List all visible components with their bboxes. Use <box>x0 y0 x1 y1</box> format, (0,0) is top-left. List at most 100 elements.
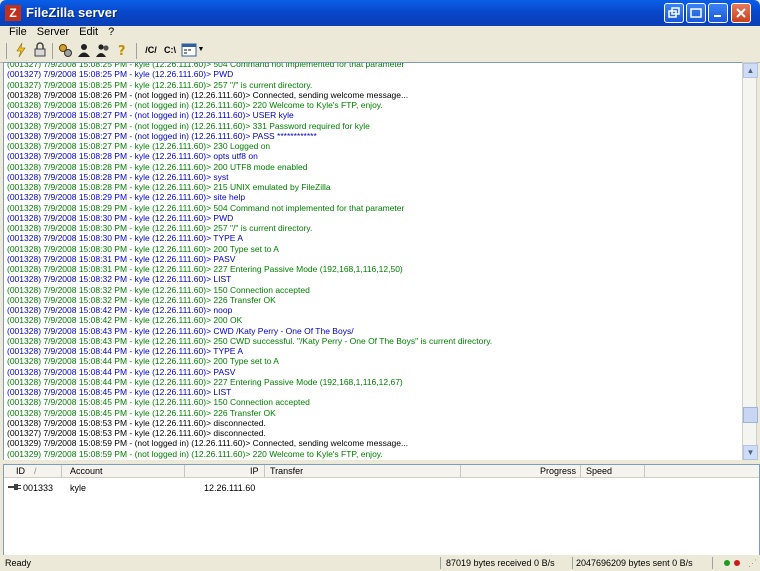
server-log[interactable]: (001327) 7/9/2008 15:08:25 PM - kyle (12… <box>3 62 743 462</box>
users-icon[interactable] <box>76 42 92 58</box>
session-ip: 12.26.111.60 <box>204 483 256 493</box>
log-line: (001328) 7/9/2008 15:08:43 PM - kyle (12… <box>7 335 493 346</box>
menu-edit[interactable]: Edit <box>74 26 103 39</box>
maximize-icon[interactable] <box>708 3 728 23</box>
log-line: (001328) 7/9/2008 15:08:28 PM - kyle (12… <box>7 171 229 182</box>
log-line: (001328) 7/9/2008 15:08:44 PM - kyle (12… <box>7 376 403 387</box>
log-line: (001328) 7/9/2008 15:08:31 PM - kyle (12… <box>7 253 236 264</box>
log-line: (001328) 7/9/2008 15:08:30 PM - kyle (12… <box>7 223 313 233</box>
log-line: (001328) 7/9/2008 15:08:42 PM - kyle (12… <box>7 305 233 315</box>
sessions-header: ID / Account IP Transfer Progress Speed <box>4 465 759 478</box>
log-line: (001328) 7/9/2008 15:08:45 PM - kyle (12… <box>7 407 276 418</box>
log-line: (001328) 7/9/2008 15:08:45 PM - kyle (12… <box>7 397 310 408</box>
menu-file[interactable]: File <box>4 26 32 39</box>
title-bar: Z FileZilla server <box>0 0 760 26</box>
toolbar-separator <box>136 43 137 59</box>
log-line: (001327) 7/9/2008 15:08:25 PM - kyle (12… <box>7 62 405 69</box>
col-id[interactable]: ID <box>16 465 25 477</box>
column-divider[interactable] <box>264 465 265 477</box>
log-line: (001328) 7/9/2008 15:08:32 PM - kyle (12… <box>7 294 276 305</box>
svg-text:?: ? <box>118 44 126 58</box>
calendar-icon[interactable] <box>181 42 197 58</box>
status-divider <box>572 557 573 569</box>
log-line: (001328) 7/9/2008 15:08:27 PM - kyle (12… <box>7 141 271 151</box>
session-account: kyle <box>70 483 87 493</box>
col-transfer[interactable]: Transfer <box>270 465 303 477</box>
log-line: (001327) 7/9/2008 15:08:25 PM - kyle (12… <box>7 69 234 80</box>
scroll-up-icon[interactable]: ▲ <box>743 63 758 78</box>
close-icon[interactable] <box>731 3 751 23</box>
menu-server[interactable]: Server <box>32 26 74 39</box>
log-line: (001328) 7/9/2008 15:08:43 PM - kyle (12… <box>7 325 354 336</box>
table-row[interactable]: 001333 kyle 12.26.111.60 <box>4 482 759 494</box>
path-c-button[interactable]: /C/ <box>142 42 160 58</box>
sort-indicator-icon: / <box>34 466 37 476</box>
status-divider <box>440 557 441 569</box>
log-line: (001328) 7/9/2008 15:08:44 PM - kyle (12… <box>7 356 279 367</box>
log-line: (001327) 7/9/2008 15:08:53 PM - kyle (12… <box>7 428 266 438</box>
window-title: FileZilla server <box>26 5 118 20</box>
log-line: (001328) 7/9/2008 15:08:28 PM - kyle (12… <box>7 182 331 192</box>
log-line: (001328) 7/9/2008 15:08:29 PM - kyle (12… <box>7 202 405 213</box>
log-line: (001328) 7/9/2008 15:08:26 PM - (not log… <box>7 100 383 110</box>
scrollbar-thumb[interactable] <box>743 407 758 423</box>
log-line: (001328) 7/9/2008 15:08:27 PM - (not log… <box>7 130 317 141</box>
column-divider[interactable] <box>644 465 645 477</box>
toolbar: ? /C/ C:\ ▼ <box>0 40 760 63</box>
log-line: (001328) 7/9/2008 15:08:30 PM - kyle (12… <box>7 212 234 223</box>
log-scrollbar[interactable]: ▲ ▼ <box>742 62 758 460</box>
log-line: (001328) 7/9/2008 15:08:45 PM - kyle (12… <box>7 387 232 397</box>
log-line: (001328) 7/9/2008 15:08:26 PM - (not log… <box>7 89 409 100</box>
log-line: (001328) 7/9/2008 15:08:44 PM - kyle (12… <box>7 366 236 377</box>
resize-grip-icon[interactable]: ⋰ <box>748 555 757 571</box>
log-line: (001328) 7/9/2008 15:08:27 PM - (not log… <box>7 120 370 131</box>
toolbar-separator <box>52 43 53 59</box>
column-divider[interactable] <box>184 465 185 477</box>
col-progress[interactable]: Progress <box>540 465 576 477</box>
log-line: (001329) 7/9/2008 15:08:59 PM - (not log… <box>7 438 409 449</box>
dropdown-arrow-icon[interactable]: ▼ <box>197 42 205 58</box>
session-id: 001333 <box>23 483 54 493</box>
log-line: (001328) 7/9/2008 15:08:42 PM - kyle (12… <box>7 315 243 326</box>
restore-icon[interactable] <box>664 3 684 23</box>
settings-gears-icon[interactable] <box>57 42 73 58</box>
log-line: (001328) 7/9/2008 15:08:44 PM - kyle (12… <box>7 346 244 356</box>
send-led-icon <box>734 560 740 566</box>
log-line: (001328) 7/9/2008 15:08:28 PM - kyle (12… <box>7 161 308 172</box>
menu-help[interactable]: ? <box>103 26 119 39</box>
lock-icon[interactable] <box>32 42 48 58</box>
scroll-down-icon[interactable]: ▼ <box>743 445 758 460</box>
connection-plug-icon <box>8 482 22 495</box>
status-ready: Ready <box>5 558 32 568</box>
log-line: (001328) 7/9/2008 15:08:31 PM - kyle (12… <box>7 264 403 274</box>
status-received: 87019 bytes received 0 B/s <box>446 558 555 568</box>
column-divider[interactable] <box>61 465 62 477</box>
log-line: (001328) 7/9/2008 15:08:32 PM - kyle (12… <box>7 274 232 285</box>
log-line: (001328) 7/9/2008 15:08:53 PM - kyle (12… <box>7 417 266 428</box>
status-sent: 2047696209 bytes sent 0 B/s <box>576 558 693 568</box>
minimize-icon[interactable] <box>686 3 706 23</box>
groups-icon[interactable] <box>95 42 111 58</box>
log-line: (001328) 7/9/2008 15:08:30 PM - kyle (12… <box>7 233 244 244</box>
path-drive-button[interactable]: C:\ <box>162 42 178 58</box>
connect-lightning-icon[interactable] <box>13 42 29 58</box>
log-line: (001328) 7/9/2008 15:08:32 PM - kyle (12… <box>7 284 310 295</box>
log-line: (001328) 7/9/2008 15:08:29 PM - kyle (12… <box>7 192 246 203</box>
receive-led-icon <box>724 560 730 566</box>
status-bar: Ready 87019 bytes received 0 B/s 2047696… <box>0 555 760 571</box>
col-speed[interactable]: Speed <box>586 465 612 477</box>
column-divider[interactable] <box>580 465 581 477</box>
filezilla-app-icon: Z <box>5 5 21 21</box>
log-line: (001328) 7/9/2008 15:08:28 PM - kyle (12… <box>7 151 258 162</box>
toolbar-grip <box>6 43 7 59</box>
col-ip[interactable]: IP <box>250 465 259 477</box>
sessions-list[interactable]: ID / Account IP Transfer Progress Speed … <box>3 464 760 556</box>
col-account[interactable]: Account <box>70 465 103 477</box>
log-line: (001329) 7/9/2008 15:08:59 PM - (not log… <box>7 448 383 459</box>
column-divider[interactable] <box>460 465 461 477</box>
menu-bar: File Server Edit? <box>0 26 760 40</box>
help-icon[interactable]: ? <box>114 42 130 59</box>
log-line: (001328) 7/9/2008 15:08:30 PM - kyle (12… <box>7 243 279 254</box>
status-divider <box>712 557 713 569</box>
log-line: (001327) 7/9/2008 15:08:25 PM - kyle (12… <box>7 79 313 90</box>
